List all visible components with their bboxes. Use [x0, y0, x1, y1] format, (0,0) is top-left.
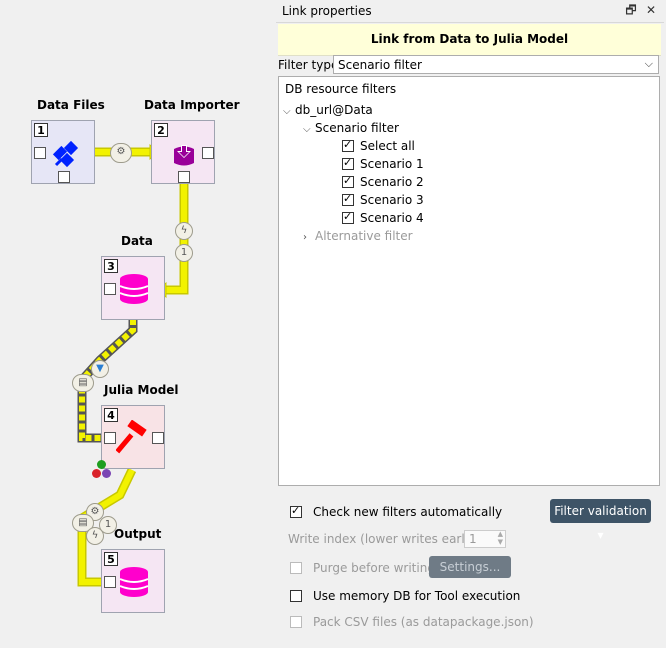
link-badge-icon[interactable]: ϟ	[175, 222, 193, 240]
node-data-importer[interactable]: 2	[151, 120, 215, 184]
node-number: 3	[104, 259, 118, 273]
option-label: Pack CSV files (as datapackage.json)	[313, 615, 534, 629]
tree-header: DB resource filters	[285, 82, 397, 96]
use-memory-db-option[interactable]: Use memory DB for Tool execution	[290, 589, 520, 603]
node-title-data-importer: Data Importer	[144, 98, 240, 112]
link-badge-icon[interactable]: ⚙	[110, 143, 132, 163]
tree-item-select-all[interactable]: Select all	[342, 138, 415, 153]
import-icon	[174, 145, 194, 166]
chevron-right-icon[interactable]: ›	[303, 232, 315, 243]
design-canvas[interactable]: Data Files 1 Data Importer 2 Data 3 Juli…	[0, 0, 270, 648]
tree-item-alternative-filter[interactable]: › Alternative filter	[303, 229, 413, 243]
purge-before-writing-option[interactable]: Purge before writing	[290, 561, 435, 575]
filter-tree[interactable]: DB resource filters ⌵ db_url@Data ⌵ Scenar…	[278, 76, 660, 486]
filter-type-select[interactable]: Scenario filter ⌵	[333, 55, 659, 74]
connector-left[interactable]	[104, 432, 116, 444]
checkbox[interactable]	[342, 192, 354, 206]
status-dot-red	[92, 469, 101, 478]
node-number: 2	[154, 123, 168, 137]
database-icon	[119, 567, 149, 597]
tree-item-db-url[interactable]: ⌵ db_url@Data	[283, 103, 373, 117]
write-index-label: Write index (lower writes earlier):	[288, 532, 490, 546]
alternative-filter-label: Alternative filter	[315, 229, 413, 243]
spinbox-value: 1	[469, 532, 477, 546]
link-properties-panel: Link properties 🗗 ✕ Link from Data to Ju…	[276, 0, 666, 648]
settings-button[interactable]: Settings...	[429, 556, 511, 578]
item-label: Scenario 4	[360, 211, 424, 225]
tree-item-scenario[interactable]: Scenario 1	[342, 156, 424, 171]
connector-right[interactable]	[202, 147, 214, 159]
connector-left[interactable]	[104, 283, 116, 295]
node-title-julia-model: Julia Model	[104, 383, 179, 397]
chevron-down-icon: ⌵	[644, 57, 653, 70]
scenario-filter-label: Scenario filter	[315, 121, 399, 135]
spin-arrows-icon[interactable]: ▲ ▼	[498, 530, 503, 546]
node-julia-model[interactable]: 4	[101, 405, 165, 469]
float-icon[interactable]: 🗗	[624, 3, 638, 17]
link-badge-number[interactable]: 1	[175, 244, 193, 262]
item-label: Scenario 2	[360, 175, 424, 189]
filter-type-value: Scenario filter	[338, 58, 422, 72]
filter-validation-button[interactable]: Filter validation ▾	[550, 499, 651, 542]
item-label: Scenario 1	[360, 157, 424, 171]
node-output[interactable]: 5	[101, 549, 165, 613]
link-banner: Link from Data to Julia Model	[278, 24, 661, 56]
node-title-output: Output	[114, 527, 162, 541]
checkbox[interactable]	[290, 504, 302, 518]
node-title-data: Data	[121, 234, 153, 248]
node-data-files[interactable]: 1	[31, 120, 95, 184]
tree-item-scenario[interactable]: Scenario 4	[342, 210, 424, 225]
option-label: Purge before writing	[313, 561, 435, 575]
node-number: 1	[34, 123, 48, 137]
connector-bottom[interactable]	[178, 171, 190, 183]
panel-titlebar: Link properties 🗗 ✕	[276, 0, 664, 23]
link-badge-number[interactable]: 1	[99, 516, 117, 534]
node-number: 5	[104, 552, 118, 566]
pack-icon[interactable]: ▤	[72, 374, 94, 392]
button-label: Filter validation	[554, 504, 647, 518]
hammer-icon	[116, 420, 147, 454]
filter-icon[interactable]: ▼	[91, 360, 109, 378]
db-url-label: db_url@Data	[295, 103, 373, 117]
checkbox[interactable]	[290, 616, 302, 628]
checkbox[interactable]	[342, 138, 354, 152]
checkbox[interactable]	[290, 590, 302, 602]
status-dot-green	[97, 460, 106, 469]
checkbox[interactable]	[342, 174, 354, 188]
status-dot-purple	[102, 469, 111, 478]
checkbox[interactable]	[290, 562, 302, 574]
connector-right[interactable]	[152, 432, 164, 444]
node-title-data-files: Data Files	[37, 98, 105, 112]
close-icon[interactable]: ✕	[644, 3, 658, 17]
caret-down-icon: ▾	[597, 528, 604, 542]
panel-title: Link properties	[282, 4, 372, 18]
checkbox[interactable]	[342, 210, 354, 224]
pack-csv-option[interactable]: Pack CSV files (as datapackage.json)	[290, 615, 534, 629]
tree-item-scenario[interactable]: Scenario 3	[342, 192, 424, 207]
connector-bottom[interactable]	[58, 171, 70, 183]
option-label: Use memory DB for Tool execution	[313, 589, 521, 603]
tree-item-scenario[interactable]: Scenario 2	[342, 174, 424, 189]
item-label: Scenario 3	[360, 193, 424, 207]
check-new-filters-option[interactable]: Check new filters automatically	[290, 504, 503, 519]
tree-item-scenario-filter[interactable]: ⌵ Scenario filter	[303, 121, 399, 135]
database-icon	[119, 274, 149, 304]
connector-left[interactable]	[104, 576, 116, 588]
chevron-down-icon[interactable]: ⌵	[283, 106, 295, 117]
item-label: Select all	[360, 139, 415, 153]
chevron-down-icon[interactable]: ⌵	[303, 124, 315, 135]
checkbox[interactable]	[342, 156, 354, 170]
satellite-icon	[52, 140, 79, 168]
write-index-spinbox[interactable]: 1 ▲ ▼	[464, 530, 506, 548]
option-label: Check new filters automatically	[313, 505, 503, 519]
node-data[interactable]: 3	[101, 256, 165, 320]
connector-left[interactable]	[34, 147, 46, 159]
